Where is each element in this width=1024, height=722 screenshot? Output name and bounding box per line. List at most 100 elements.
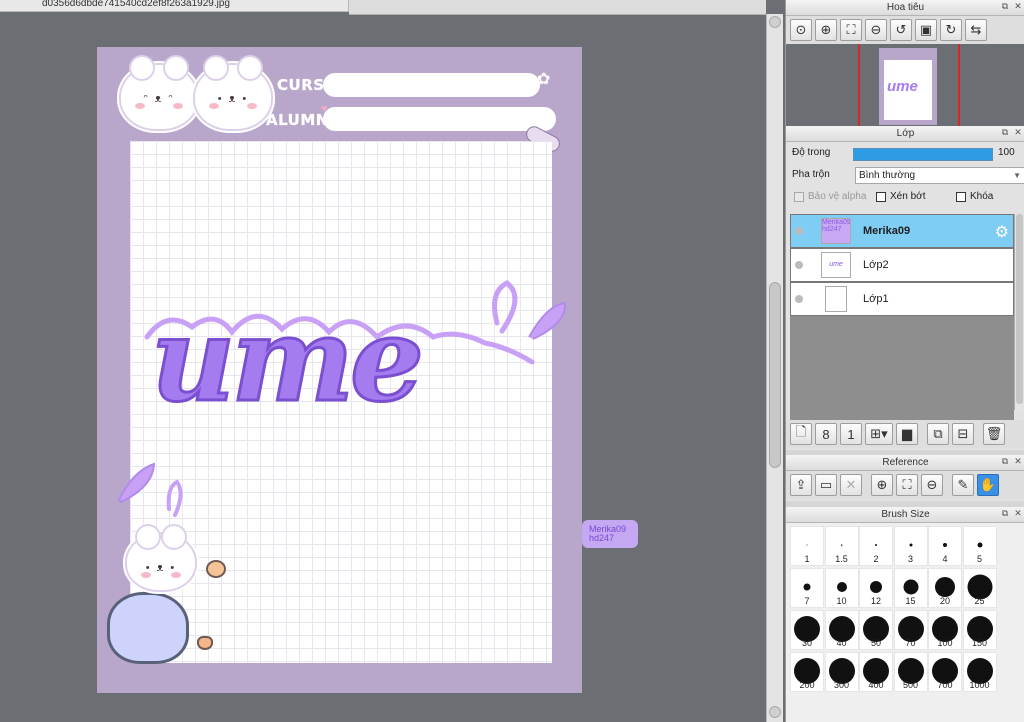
popout-icon[interactable]: ⧉	[1000, 2, 1010, 12]
brush-size-cell[interactable]: 2	[859, 526, 893, 566]
brush-size-value: 12	[870, 596, 881, 606]
file-tab-label: d0356d6dbde741540cd2ef8f263a1929.jpg	[42, 0, 230, 9]
navigator-preview[interactable]: ume	[786, 44, 1024, 126]
brush-size-cell[interactable]: 100	[928, 610, 962, 650]
zoom-out-icon[interactable]: ⊖	[865, 19, 887, 41]
close-icon[interactable]: ✕	[1013, 128, 1023, 138]
brush-dot	[935, 577, 955, 597]
right-dock: Hoa tiêu ⧉ ✕ ⊙ ⊕ ⛶ ⊖ ↺ ▣ ↻ ⇆ ume Lớp ⧉ ✕…	[785, 0, 1024, 722]
canvas-vertical-scrollbar[interactable]	[766, 14, 783, 722]
brush-size-cell[interactable]: 150	[962, 610, 997, 650]
open-folder-icon[interactable]: ▭	[815, 474, 837, 496]
brush-size-value: 200	[799, 680, 815, 690]
brush-size-cell[interactable]: 4	[928, 526, 962, 566]
close-reference-icon[interactable]: ✕	[840, 474, 862, 496]
brush-size-value: 5	[976, 554, 982, 564]
layer-row-lop2[interactable]: ume Lớp2	[790, 248, 1014, 282]
brush-size-cell[interactable]: 30	[790, 610, 824, 650]
brush-size-value: 15	[905, 596, 916, 606]
brush-size-cell[interactable]: 3	[893, 526, 928, 566]
zoom-in-icon[interactable]: ⊕	[815, 19, 837, 41]
layer-title: Lớp	[896, 128, 915, 139]
lock-checkbox[interactable]: Khóa	[956, 186, 993, 208]
fit-icon[interactable]: ⛶	[840, 19, 862, 41]
layer-name: Lớp2	[863, 259, 889, 271]
brush-size-cell[interactable]: 20	[928, 568, 962, 608]
brush-size-cell[interactable]: 12	[859, 568, 893, 608]
delete-layer-icon[interactable]: 🗑	[983, 423, 1005, 445]
close-icon[interactable]: ✕	[1013, 509, 1023, 519]
canvas-area[interactable]: d0356d6dbde741540cd2ef8f263a1929.jpg ᵔ ᴥ…	[0, 0, 766, 722]
upload-icon[interactable]: ⇪	[790, 474, 812, 496]
popout-icon[interactable]: ⧉	[1000, 457, 1010, 467]
brush-size-value: 150	[971, 638, 988, 648]
layer-name: Lớp1	[863, 293, 889, 305]
visibility-icon[interactable]	[795, 295, 803, 303]
artwork-canvas[interactable]: ᵔ ᴥ ᵔ • ᴥ • CURSO: ✿ ALUMNA: ♥ ume Merik…	[97, 47, 638, 693]
brush-size-cell[interactable]: 1	[790, 526, 824, 566]
new-8bit-layer-icon[interactable]: 8	[815, 423, 837, 445]
file-tab[interactable]: d0356d6dbde741540cd2ef8f263a1929.jpg	[0, 0, 349, 12]
visibility-icon[interactable]	[795, 227, 803, 235]
brush-dot	[836, 582, 847, 592]
brush-size-cell[interactable]: 500	[893, 652, 928, 692]
brush-size-cell[interactable]: 1000	[962, 652, 997, 692]
layer-list[interactable]: Merika09 hd247 Merika09 ⚙ ume Lớp2 Lớp1	[790, 214, 1014, 420]
brush-size-cell[interactable]: 7	[790, 568, 824, 608]
hand-icon[interactable]: ✋	[977, 474, 999, 496]
brush-dot	[977, 542, 982, 548]
protect-alpha-checkbox[interactable]: Bảo vệ alpha	[794, 186, 866, 208]
brush-size-cell[interactable]: 15	[893, 568, 928, 608]
layer-row-merika09[interactable]: Merika09 hd247 Merika09 ⚙	[790, 214, 1014, 248]
close-icon[interactable]: ✕	[1013, 2, 1023, 12]
brush-size-cell[interactable]: 400	[859, 652, 893, 692]
scroll-up-arrow[interactable]	[769, 16, 781, 28]
zoom-actual-icon[interactable]: ⊙	[790, 19, 812, 41]
brush-size-value: 400	[868, 680, 884, 690]
blend-mode-select[interactable]: Bình thường ▼	[855, 167, 1024, 184]
layer-name: Merika09	[863, 225, 911, 237]
rotate-reset-icon[interactable]: ▣	[915, 19, 937, 41]
folder-icon[interactable]: ▆	[896, 423, 918, 445]
close-icon[interactable]: ✕	[1013, 457, 1023, 467]
brush-size-value: 3	[907, 554, 913, 564]
layer-thumbnail: ume	[821, 252, 851, 278]
brush-size-cell[interactable]: 25	[962, 568, 997, 608]
new-1bit-layer-icon[interactable]: 1	[840, 423, 862, 445]
rotate-right-icon[interactable]: ↻	[940, 19, 962, 41]
layer-list-scrollbar[interactable]	[1014, 214, 1023, 410]
merge-layer-icon[interactable]: ⊟	[952, 423, 974, 445]
scroll-down-arrow[interactable]	[769, 706, 781, 718]
brush-size-cell[interactable]: 700	[928, 652, 962, 692]
brush-size-value: 50	[870, 638, 881, 648]
flip-icon[interactable]: ⇆	[965, 19, 987, 41]
layer-thumbnail: Merika09 hd247	[821, 218, 851, 244]
layer-row-lop1[interactable]: Lớp1	[790, 282, 1014, 316]
zoom-out-icon[interactable]: ⊖	[921, 474, 943, 496]
brush-size-cell[interactable]: 70	[893, 610, 928, 650]
blend-label: Pha trộn	[792, 169, 830, 180]
scroll-thumb[interactable]	[769, 282, 781, 468]
brush-size-cell[interactable]: 10	[824, 568, 859, 608]
chevron-down-icon: ▼	[1013, 171, 1021, 180]
brush-size-cell[interactable]: 50	[859, 610, 893, 650]
brush-size-cell[interactable]: 5	[962, 526, 997, 566]
rotate-left-icon[interactable]: ↺	[890, 19, 912, 41]
brush-size-cell[interactable]: 40	[824, 610, 859, 650]
brush-size-cell[interactable]: 300	[824, 652, 859, 692]
fit-icon[interactable]: ⛶	[896, 474, 918, 496]
visibility-icon[interactable]	[795, 261, 803, 269]
brush-size-cell[interactable]: 1.5	[824, 526, 859, 566]
duplicate-layer-icon[interactable]: ⧉	[927, 423, 949, 445]
brush-size-cell[interactable]: 200	[790, 652, 824, 692]
zoom-in-icon[interactable]: ⊕	[871, 474, 893, 496]
popout-icon[interactable]: ⧉	[1000, 128, 1010, 138]
add-layer-menu-icon[interactable]: ⊞▾	[865, 423, 893, 445]
layer-options-row: Bảo vệ alpha Xén bớt Khóa	[786, 186, 1024, 208]
opacity-slider[interactable]	[853, 148, 993, 161]
new-layer-icon[interactable]: 🗋	[790, 423, 812, 445]
gear-icon[interactable]: ⚙	[995, 222, 1009, 242]
clipping-checkbox[interactable]: Xén bớt	[876, 186, 925, 208]
eyedropper-icon[interactable]: ✎	[952, 474, 974, 496]
popout-icon[interactable]: ⧉	[1000, 509, 1010, 519]
